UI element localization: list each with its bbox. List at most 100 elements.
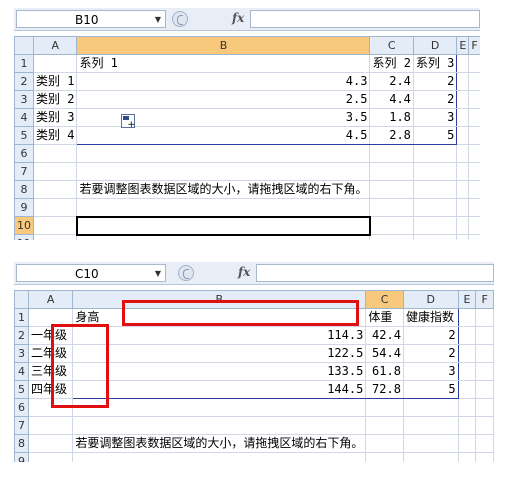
col-header-a[interactable]: A: [32, 36, 78, 55]
row-header[interactable]: 5: [14, 126, 34, 145]
cell[interactable]: [468, 72, 480, 91]
cell[interactable]: [475, 452, 494, 462]
cell[interactable]: [402, 434, 459, 453]
cell[interactable]: [468, 108, 480, 127]
series-header[interactable]: 身高: [72, 308, 367, 327]
value-cell[interactable]: 3: [412, 108, 458, 127]
row-header[interactable]: 4: [14, 362, 29, 381]
row-header[interactable]: 2: [14, 326, 29, 345]
value-cell[interactable]: 2: [402, 326, 459, 345]
cell[interactable]: [456, 90, 470, 109]
cell[interactable]: [27, 434, 74, 453]
row-header[interactable]: 5: [14, 380, 29, 399]
cell[interactable]: [32, 54, 78, 73]
row-header[interactable]: 3: [14, 344, 29, 363]
row-header[interactable]: 11: [14, 234, 34, 240]
dropdown-arrow-icon[interactable]: ▼: [155, 11, 161, 29]
cell[interactable]: [32, 216, 78, 235]
cell[interactable]: [412, 198, 458, 217]
series-header[interactable]: 系列 3: [412, 54, 458, 73]
cell[interactable]: [456, 126, 470, 145]
cell[interactable]: [456, 54, 470, 73]
value-cell[interactable]: 54.4: [365, 344, 404, 363]
cell[interactable]: [457, 362, 477, 381]
cell[interactable]: [475, 398, 494, 417]
category-cell[interactable]: 一年级: [27, 326, 74, 345]
value-cell[interactable]: 4.5: [76, 126, 371, 145]
cell[interactable]: [369, 180, 414, 199]
col-header-f[interactable]: F: [468, 36, 480, 55]
row-header[interactable]: 3: [14, 90, 34, 109]
cell[interactable]: [456, 162, 470, 181]
row-header[interactable]: 8: [14, 434, 29, 453]
cell[interactable]: [365, 434, 404, 453]
cell[interactable]: [457, 398, 477, 417]
series-header[interactable]: 体重: [365, 308, 404, 327]
value-cell[interactable]: 133.5: [72, 362, 367, 381]
cell[interactable]: [365, 452, 404, 462]
value-cell[interactable]: 2.5: [76, 90, 371, 109]
cell[interactable]: [369, 198, 414, 217]
category-cell[interactable]: 类别 2: [32, 90, 78, 109]
value-cell[interactable]: 42.4: [365, 326, 404, 345]
cell[interactable]: [456, 234, 470, 240]
row-header[interactable]: 2: [14, 72, 34, 91]
cell[interactable]: [475, 380, 494, 399]
fx-icon[interactable]: fx: [232, 11, 244, 25]
row-header[interactable]: 7: [14, 162, 34, 181]
cell[interactable]: [468, 90, 480, 109]
cell[interactable]: [412, 162, 458, 181]
value-cell[interactable]: 5: [412, 126, 458, 145]
cell[interactable]: [475, 362, 494, 381]
category-cell[interactable]: 二年级: [27, 344, 74, 363]
category-cell[interactable]: 类别 1: [32, 72, 78, 91]
instruction-note[interactable]: 若要调整图表数据区域的大小，请拖拽区域的右下角。: [72, 434, 367, 453]
cell[interactable]: [468, 180, 480, 199]
cell[interactable]: [456, 72, 470, 91]
row-header[interactable]: 4: [14, 108, 34, 127]
category-cell[interactable]: 三年级: [27, 362, 74, 381]
col-header-c[interactable]: C: [365, 290, 404, 309]
cell[interactable]: [369, 216, 414, 235]
cell[interactable]: [369, 234, 414, 240]
category-cell[interactable]: 类别 4: [32, 126, 78, 145]
cell[interactable]: [468, 54, 480, 73]
col-header-e[interactable]: E: [457, 290, 477, 309]
cell[interactable]: [32, 180, 78, 199]
value-cell[interactable]: 144.5: [72, 380, 367, 399]
row-header[interactable]: 8: [14, 180, 34, 199]
name-box[interactable]: B10 ▼: [16, 10, 166, 28]
value-cell[interactable]: 72.8: [365, 380, 404, 399]
formula-input[interactable]: [256, 264, 494, 282]
row-header[interactable]: 7: [14, 416, 29, 435]
row-header[interactable]: 1: [14, 308, 29, 327]
row-header[interactable]: 9: [14, 452, 29, 462]
col-header-f[interactable]: F: [475, 290, 494, 309]
series-header[interactable]: 健康指数: [402, 308, 459, 327]
series-header[interactable]: 系列 1: [76, 54, 371, 73]
category-cell[interactable]: 四年级: [27, 380, 74, 399]
cell[interactable]: [457, 326, 477, 345]
cell[interactable]: [468, 216, 480, 235]
cell[interactable]: [412, 216, 458, 235]
value-cell[interactable]: 2.4: [369, 72, 414, 91]
cell[interactable]: [468, 234, 480, 240]
cell[interactable]: [72, 416, 367, 435]
select-all-corner[interactable]: [14, 290, 29, 309]
cell[interactable]: [475, 308, 494, 327]
cell[interactable]: [456, 216, 470, 235]
col-header-e[interactable]: E: [456, 36, 470, 55]
value-cell[interactable]: 2.8: [369, 126, 414, 145]
value-cell[interactable]: 5: [402, 380, 459, 399]
cell[interactable]: [365, 398, 404, 417]
select-all-corner[interactable]: [14, 36, 34, 55]
cell[interactable]: [369, 144, 414, 163]
scroll-control-icon[interactable]: [178, 265, 194, 281]
fx-icon[interactable]: fx: [238, 265, 250, 279]
cell[interactable]: [456, 198, 470, 217]
value-cell[interactable]: 2: [412, 90, 458, 109]
value-cell[interactable]: 4.3: [76, 72, 371, 91]
cell[interactable]: [468, 198, 480, 217]
cell[interactable]: [468, 162, 480, 181]
cell[interactable]: [456, 108, 470, 127]
